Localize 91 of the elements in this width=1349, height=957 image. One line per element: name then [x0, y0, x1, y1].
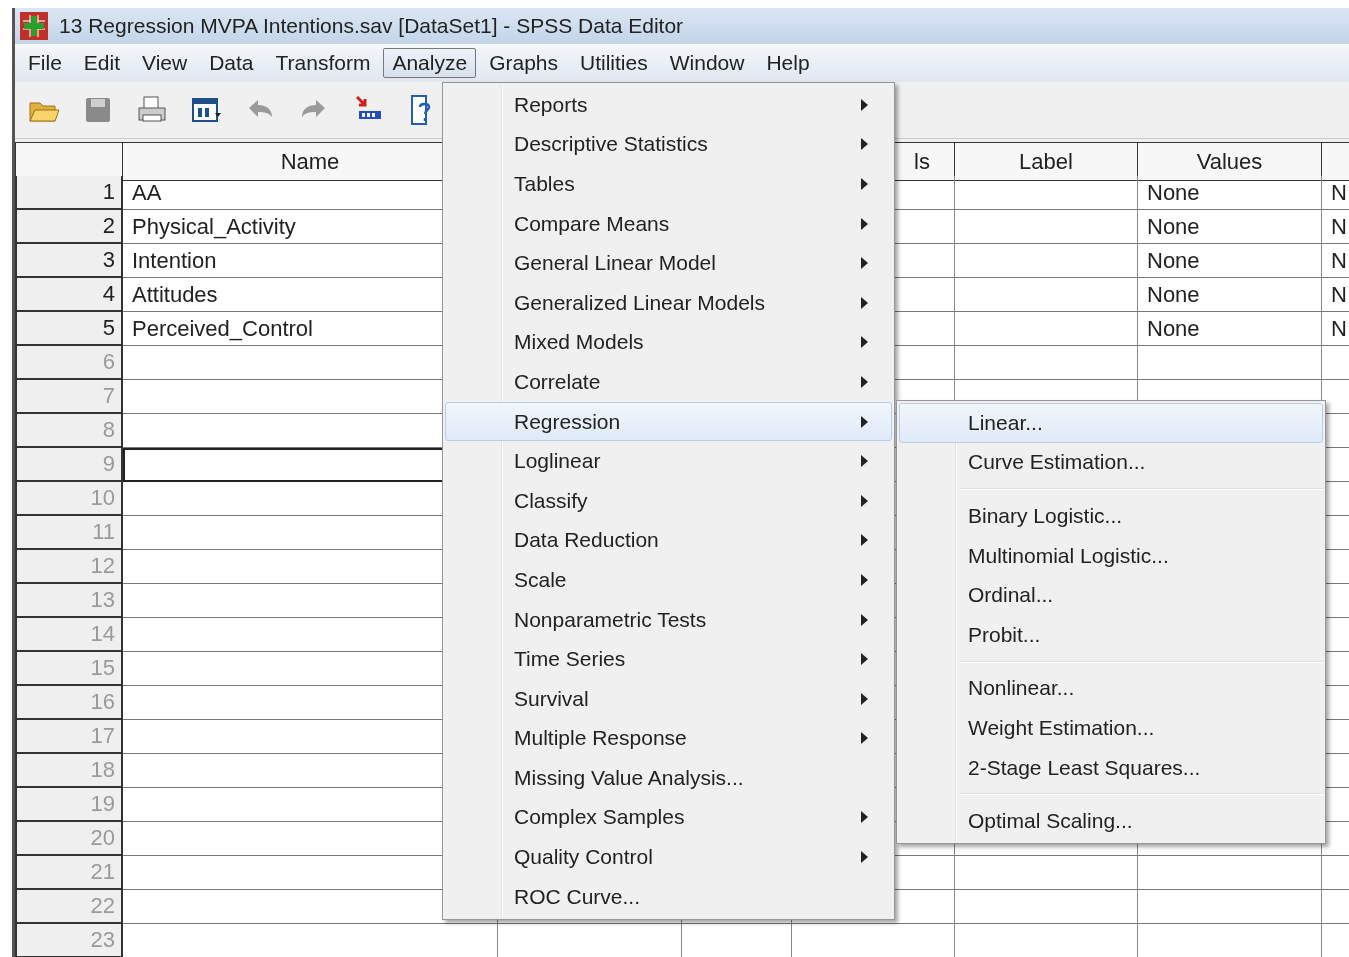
menu-item[interactable]: 2-Stage Least Squares...	[899, 747, 1323, 788]
menu-bar-item[interactable]: View	[133, 48, 197, 78]
submenu-arrow-icon	[860, 97, 869, 112]
column-header: Values	[1138, 142, 1322, 181]
row-number: 23	[15, 924, 123, 957]
submenu-arrow-icon	[860, 216, 869, 231]
row-number: 15	[15, 652, 123, 686]
menu-item[interactable]: Quality Control	[445, 837, 892, 877]
submenu-arrow-icon	[860, 454, 869, 469]
menu-item[interactable]: Optimal Scaling...	[899, 801, 1323, 841]
submenu-arrow-icon	[860, 850, 869, 865]
row-number: 18	[15, 754, 123, 788]
row-number: 14	[15, 618, 123, 652]
submenu-arrow-icon	[860, 414, 869, 429]
menu-item[interactable]: Data Reduction	[445, 520, 892, 561]
submenu-arrow-icon	[860, 731, 869, 746]
menu-item[interactable]: Classify	[445, 480, 892, 521]
row-number: 16	[15, 686, 123, 720]
menu-item[interactable]: Nonlinear...	[899, 668, 1323, 709]
submenu-arrow-icon	[860, 572, 869, 587]
table-cell: N	[1322, 210, 1349, 244]
row-number: 12	[15, 550, 123, 584]
menu-bar-item[interactable]: Window	[660, 48, 754, 78]
app-icon	[19, 11, 49, 41]
menu-bar-item[interactable]: Analyze	[383, 48, 477, 78]
column-header: Label	[955, 142, 1138, 181]
row-number: 8	[15, 414, 123, 448]
submenu-arrow-icon	[860, 137, 869, 152]
submenu-arrow-icon	[860, 652, 869, 667]
table-cell: None	[1138, 278, 1322, 312]
submenu-arrow-icon	[860, 177, 869, 191]
menu-item[interactable]: Regression	[445, 401, 892, 442]
submenu-arrow-icon	[860, 533, 869, 548]
menu-bar-item[interactable]: Help	[757, 48, 819, 78]
menu-item[interactable]: Linear...	[899, 403, 1323, 443]
menu-item[interactable]: Ordinal...	[899, 575, 1323, 615]
row-number: 5	[15, 312, 123, 346]
row-number: 22	[15, 890, 123, 924]
menu-item[interactable]: Complex Samples	[445, 797, 892, 838]
window-title: 13 Regression MVPA Intentions.sav [DataSet1] - SPSS Data Editor	[59, 14, 684, 38]
menu-item[interactable]: Binary Logistic...	[899, 496, 1323, 536]
menu-item[interactable]: Curve Estimation...	[899, 442, 1323, 483]
menu-item[interactable]: Correlate	[445, 362, 892, 402]
row-number: 10	[15, 482, 123, 516]
menu-item[interactable]: Probit...	[899, 614, 1323, 655]
table-cell: None	[1138, 176, 1322, 210]
menu-bar-item[interactable]: File	[19, 48, 71, 78]
menu-bar-item[interactable]: Data	[200, 48, 263, 78]
menu-bar-item[interactable]: Graphs	[480, 48, 568, 78]
menu-item[interactable]: Survival	[445, 678, 892, 719]
menu-item[interactable]: Weight Estimation...	[899, 708, 1323, 748]
table-cell: None	[1138, 210, 1322, 244]
submenu-arrow-icon	[860, 691, 869, 706]
menu-item[interactable]: Missing Value Analysis...	[445, 758, 892, 798]
row-number: 2	[15, 210, 123, 244]
row-number: 9	[15, 448, 123, 482]
menu-item[interactable]: Multiple Response	[445, 718, 892, 759]
submenu-arrow-icon	[860, 810, 869, 825]
row-number: 1	[15, 176, 123, 210]
table-cell: N	[1322, 312, 1349, 346]
table-cell: None	[1138, 312, 1322, 346]
submenu-arrow-icon	[860, 295, 869, 310]
submenu-arrow-icon	[860, 612, 869, 627]
row-number: 19	[15, 788, 123, 822]
row-number: 11	[15, 516, 123, 550]
row-number: 20	[15, 822, 123, 856]
menu-item[interactable]: Multinomial Logistic...	[899, 535, 1323, 576]
table-cell: N	[1322, 176, 1349, 210]
row-number: 7	[15, 380, 123, 414]
row-number: 17	[15, 720, 123, 754]
submenu-arrow-icon	[860, 335, 869, 350]
row-number: 21	[15, 856, 123, 890]
row-number: 3	[15, 244, 123, 278]
menu-item[interactable]: Loglinear	[445, 441, 892, 481]
table-cell: N	[1322, 278, 1349, 312]
menu-item[interactable]: Time Series	[445, 639, 892, 679]
menu-item[interactable]: Reports	[445, 85, 892, 125]
menu-bar-item[interactable]: Transform	[266, 48, 380, 78]
menu-bar-item[interactable]: Edit	[74, 48, 130, 78]
table-cell: N	[1322, 244, 1349, 278]
submenu-arrow-icon	[860, 256, 869, 271]
table-cell: None	[1138, 244, 1322, 278]
row-number: 4	[15, 278, 123, 312]
menu-item[interactable]: ROC Curve...	[445, 876, 892, 917]
menu-item[interactable]: Scale	[445, 560, 892, 600]
menu-bar-item[interactable]: Utilities	[571, 48, 657, 78]
menu-item[interactable]: Nonparametric Tests	[445, 599, 892, 640]
submenu-arrow-icon	[860, 493, 869, 508]
row-number: 6	[15, 346, 123, 380]
submenu-arrow-icon	[860, 374, 869, 389]
row-number: 13	[15, 584, 123, 618]
